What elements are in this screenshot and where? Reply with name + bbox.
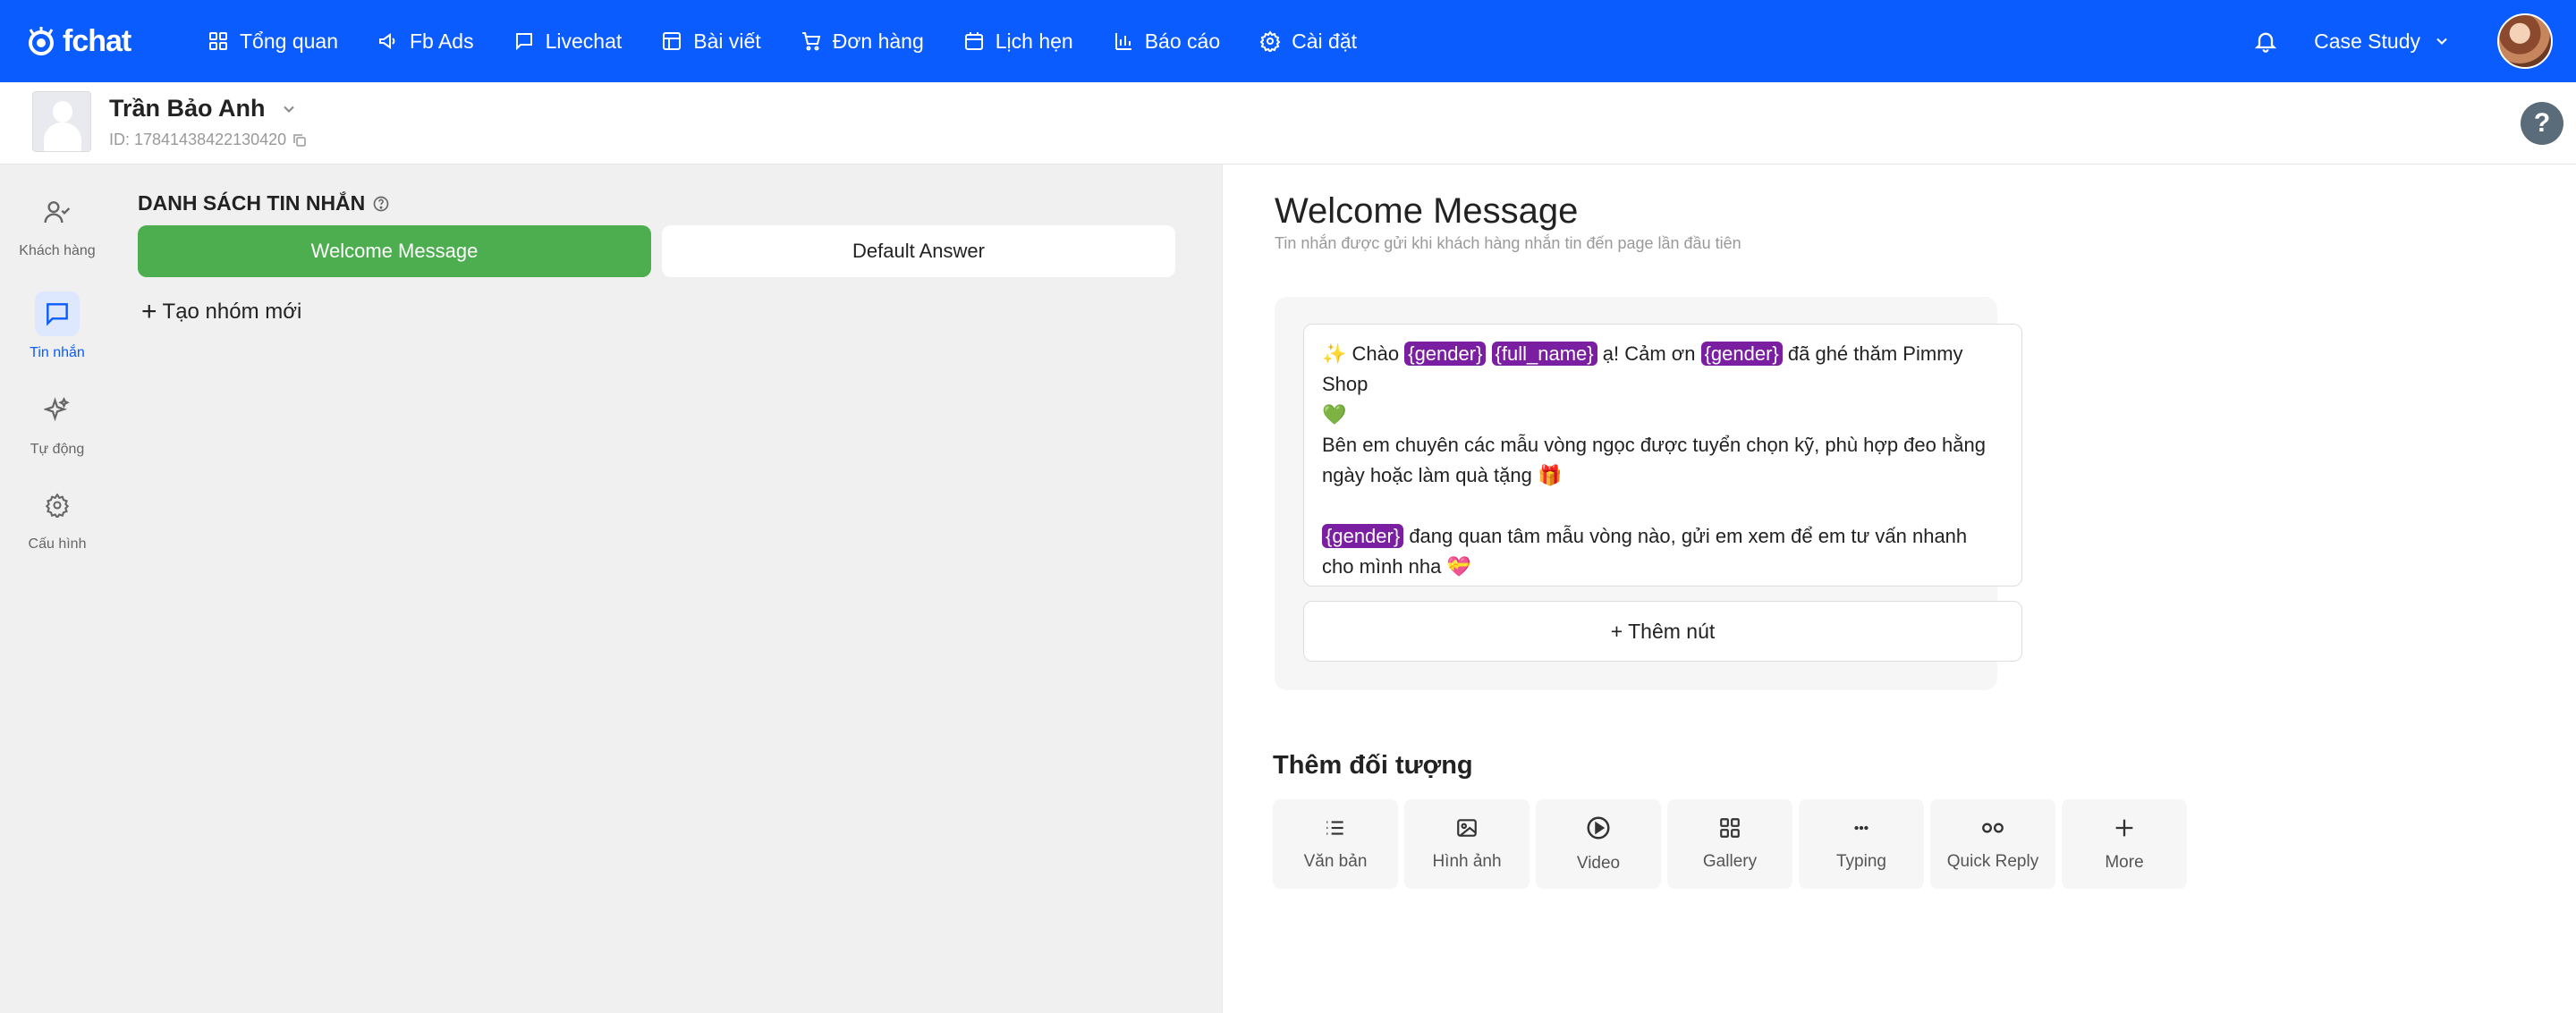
message-line-2: Bên em chuyên các mẫu vòng ngọc được tuy… xyxy=(1322,434,1986,486)
layout-icon xyxy=(663,32,682,50)
nav-label: Livechat xyxy=(545,29,623,53)
page-title: Welcome Message xyxy=(1275,191,1579,231)
add-button[interactable]: + Thêm nút xyxy=(1303,601,2022,662)
nav-label: Bài viết xyxy=(693,29,761,53)
account-switcher[interactable]: Case Study xyxy=(2314,30,2451,54)
help-button[interactable]: ? xyxy=(2521,102,2563,145)
variable-tag-gender[interactable]: {gender} xyxy=(1404,342,1487,366)
dashboard-icon xyxy=(209,32,227,50)
typing-dots-icon xyxy=(1854,825,1868,831)
cart-icon xyxy=(801,32,820,51)
eye-logo-icon xyxy=(29,27,54,55)
nav-label: Báo cáo xyxy=(1144,29,1221,53)
sidebar-item-label: Cấu hình xyxy=(28,536,87,552)
nav-item-bai-viet[interactable]: Bài viết xyxy=(661,29,761,54)
bar-chart-icon xyxy=(1114,33,1131,50)
profile-bar: Trần Bảo Anh ID: 17841438422130420 ? xyxy=(0,82,2576,165)
chat-icon xyxy=(515,33,532,51)
plus-icon: + xyxy=(141,297,157,326)
new-group-button[interactable]: + Tạo nhóm mới xyxy=(141,299,301,325)
image-icon xyxy=(1457,819,1477,837)
message-line-3: {gender} đang quan tâm mẫu vòng nào, gửi… xyxy=(1322,524,1968,578)
object-toolbar: Văn bản Hình ảnh Video Gallery Typing Qu… xyxy=(1273,799,2193,889)
sidebar-item-label: Khách hàng xyxy=(19,243,96,258)
text-list-icon xyxy=(1326,821,1343,835)
sidebar-item-cau-hinh[interactable]: Cấu hình xyxy=(0,483,114,553)
profile-name: Trần Bảo Anh xyxy=(109,95,266,122)
editor-panel: Welcome Message Tin nhắn được gửi khi kh… xyxy=(1222,165,2576,1013)
message-icon xyxy=(47,303,68,326)
variable-tag-full-name[interactable]: {full_name} xyxy=(1491,342,1597,366)
message-list-title: DANH SÁCH TIN NHẮN xyxy=(138,191,390,215)
object-video[interactable]: Video xyxy=(1536,799,1661,889)
sidebar-item-khach-hang[interactable]: Khách hàng xyxy=(0,190,114,259)
topbar-right: Case Study xyxy=(2253,0,2576,82)
account-label: Case Study xyxy=(2314,29,2420,53)
nav-label: Đơn hàng xyxy=(832,29,924,53)
chevron-down-icon xyxy=(283,106,294,113)
message-editor[interactable]: ✨ Chào {gender} {full_name} ạ! Cảm ơn {g… xyxy=(1303,324,2022,587)
nav-item-livechat[interactable]: Livechat xyxy=(513,29,623,54)
nav-label: Fb Ads xyxy=(409,29,474,53)
gear-icon xyxy=(1259,30,1281,52)
sidebar-item-tu-dong[interactable]: Tự động xyxy=(0,388,114,458)
sidebar-item-label: Tự động xyxy=(30,442,85,457)
grid-icon xyxy=(1720,818,1740,838)
top-navbar: fchat Tổng quan Fb Ads Livechat Bài viết… xyxy=(0,0,2576,82)
object-van-ban[interactable]: Văn bản xyxy=(1273,799,1398,889)
megaphone-icon xyxy=(378,33,395,49)
nav-label: Tổng quan xyxy=(240,29,338,53)
profile-name-dropdown[interactable]: Trần Bảo Anh xyxy=(109,95,298,122)
green-heart-emoji: 💚 xyxy=(1322,403,1347,426)
page-subtitle: Tin nhắn được gửi khi khách hàng nhắn ti… xyxy=(1275,234,1741,252)
nav-label: Lịch hẹn xyxy=(995,29,1073,53)
variable-tag-gender[interactable]: {gender} xyxy=(1322,524,1404,548)
nav-item-lich-hen[interactable]: Lịch hẹn xyxy=(963,30,1073,54)
plus-icon xyxy=(2115,819,2133,837)
message-line-1: ✨ Chào {gender} {full_name} ạ! Cảm ơn {g… xyxy=(1322,342,1963,426)
object-hinh-anh[interactable]: Hình ảnh xyxy=(1404,799,1530,889)
chevron-down-icon xyxy=(2436,38,2447,45)
message-card: ✨ Chào {gender} {full_name} ạ! Cảm ơn {g… xyxy=(1275,297,2022,690)
nav-item-tong-quan[interactable]: Tổng quan xyxy=(208,30,338,54)
fchat-logo[interactable]: fchat xyxy=(25,24,177,59)
notification-bell-icon[interactable] xyxy=(2253,29,2278,54)
object-quick-reply[interactable]: Quick Reply xyxy=(1930,799,2055,889)
calendar-icon xyxy=(964,32,983,50)
play-icon xyxy=(1587,816,1610,840)
profile-id-text: ID: 17841438422130420 xyxy=(109,131,287,148)
tab-welcome-message[interactable]: Welcome Message xyxy=(138,225,651,277)
tab-default-answer[interactable]: Default Answer xyxy=(662,225,1175,277)
nav-item-don-hang[interactable]: Đơn hàng xyxy=(801,30,924,54)
object-gallery[interactable]: Gallery xyxy=(1667,799,1792,889)
logo-text: fchat xyxy=(63,23,131,58)
add-object-title: Thêm đối tượng xyxy=(1273,751,1473,780)
settings-icon xyxy=(45,493,70,518)
user-avatar[interactable] xyxy=(2497,13,2553,69)
sidebar-item-label: Tin nhắn xyxy=(30,345,85,360)
sparkle-icon xyxy=(44,397,70,422)
nav-item-bao-cao[interactable]: Báo cáo xyxy=(1113,30,1220,54)
profile-avatar xyxy=(32,91,91,152)
object-more[interactable]: More xyxy=(2062,799,2187,889)
help-circle-icon[interactable] xyxy=(372,195,390,213)
variable-tag-gender[interactable]: {gender} xyxy=(1700,342,1783,366)
quick-reply-icon xyxy=(1982,823,2004,833)
new-group-label: Tạo nhóm mới xyxy=(162,300,302,324)
user-check-icon xyxy=(44,201,71,224)
copy-icon[interactable] xyxy=(292,132,308,148)
main-nav: Tổng quan Fb Ads Livechat Bài viết Đơn h… xyxy=(208,30,1396,54)
profile-id: ID: 17841438422130420 xyxy=(109,131,308,149)
sidebar-item-tin-nhan[interactable]: Tin nhắn xyxy=(0,291,114,361)
nav-item-cai-dat[interactable]: Cài đặt xyxy=(1259,30,1357,54)
message-list-panel: DANH SÁCH TIN NHẮN Welcome Message Defau… xyxy=(114,165,1222,1013)
object-typing[interactable]: Typing xyxy=(1799,799,1924,889)
nav-item-fb-ads[interactable]: Fb Ads xyxy=(377,30,474,54)
nav-label: Cài đặt xyxy=(1292,29,1357,53)
